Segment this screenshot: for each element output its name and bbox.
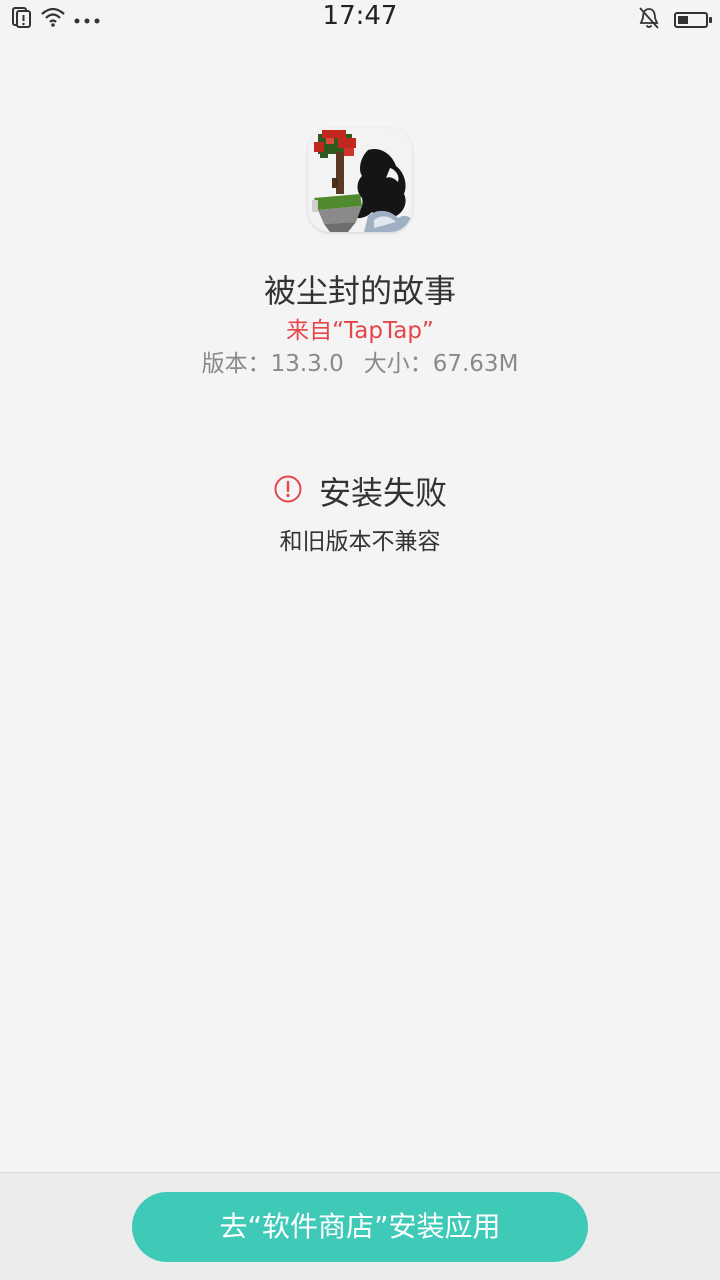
app-meta: 版本：13.3.0 大小：67.63M bbox=[0, 344, 720, 378]
install-failed-reason: 和旧版本不兼容 bbox=[279, 529, 441, 555]
app-size: 大小：67.63M bbox=[363, 351, 519, 377]
app-name: 被尘封的故事 bbox=[263, 272, 456, 310]
install-failed-title: 安装失败 bbox=[318, 474, 447, 512]
app-icon bbox=[308, 128, 412, 232]
status-time: 17:47 bbox=[322, 1, 398, 31]
status-bar: 17:47 bbox=[0, 0, 720, 36]
install-result: 安装失败 bbox=[0, 468, 720, 514]
battery-icon bbox=[674, 12, 712, 28]
app-version: 版本：13.3.0 bbox=[201, 351, 344, 377]
bell-muted-icon bbox=[638, 6, 660, 34]
alert-circle-icon bbox=[273, 474, 303, 508]
open-store-button[interactable]: 去“软件商店”安装应用 bbox=[132, 1192, 588, 1262]
battery-fill bbox=[678, 16, 689, 24]
app-source: 来自“TapTap” bbox=[286, 318, 434, 344]
bottom-bar: 去“软件商店”安装应用 bbox=[0, 1172, 720, 1280]
status-bar-right bbox=[638, 6, 712, 34]
